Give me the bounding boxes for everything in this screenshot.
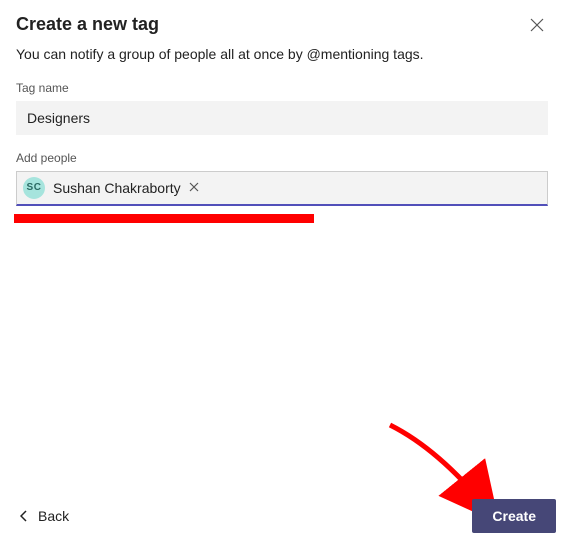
close-icon [189, 182, 199, 192]
redaction-bar [14, 214, 314, 223]
person-chip: SC Sushan Chakraborty [23, 177, 205, 199]
add-people-label: Add people [16, 151, 548, 165]
person-chip-name: Sushan Chakraborty [53, 180, 181, 196]
close-button[interactable] [526, 14, 548, 39]
remove-person-button[interactable] [181, 180, 205, 195]
back-button-label: Back [38, 508, 69, 524]
dialog-title: Create a new tag [16, 14, 159, 35]
add-people-input[interactable]: SC Sushan Chakraborty [16, 171, 548, 206]
add-people-field: Add people SC Sushan Chakraborty [16, 151, 548, 206]
back-button[interactable]: Back [16, 502, 73, 530]
chevron-left-icon [20, 510, 28, 522]
close-icon [530, 18, 544, 32]
tag-name-label: Tag name [16, 81, 548, 95]
tag-name-field: Tag name Designers [16, 81, 548, 135]
dialog-subtitle: You can notify a group of people all at … [16, 45, 548, 65]
tag-name-input[interactable]: Designers [16, 101, 548, 135]
create-button[interactable]: Create [472, 499, 556, 533]
avatar: SC [23, 177, 45, 199]
